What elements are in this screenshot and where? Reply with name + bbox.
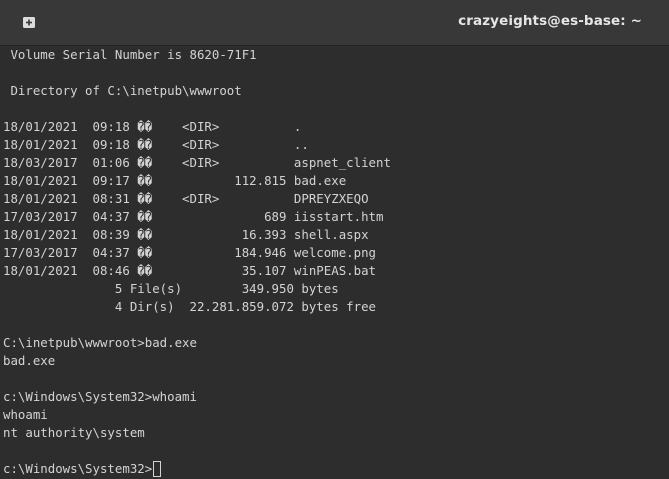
terminal-line: 18/01/2021 09:18 �� <DIR> .: [3, 119, 302, 134]
terminal-line: bad.exe: [3, 353, 56, 368]
terminal-line: 18/01/2021 09:17 �� 112.815 bad.exe: [3, 173, 347, 188]
terminal-output[interactable]: Volume Serial Number is 8620-71F1 Direct…: [0, 46, 669, 479]
terminal-line: c:\Windows\System32>whoami: [3, 389, 197, 404]
terminal-line: Directory of C:\inetpub\wwwroot: [3, 83, 242, 98]
terminal-line: nt authority\system: [3, 425, 145, 440]
terminal-window: crazyeights@es-base: ~ Volume Serial Num…: [0, 0, 669, 479]
terminal-line: Volume Serial Number is 8620-71F1: [3, 47, 257, 62]
terminal-line: 17/03/2017 04:37 �� 184.946 welcome.png: [3, 245, 376, 260]
terminal-line: C:\inetpub\wwwroot>bad.exe: [3, 335, 197, 350]
text-cursor: [153, 461, 162, 477]
terminal-line: whoami: [3, 407, 48, 422]
terminal-prompt-line[interactable]: c:\Windows\System32>: [3, 460, 162, 478]
terminal-line: 18/01/2021 09:18 �� <DIR> ..: [3, 137, 309, 152]
terminal-line: 18/01/2021 08:46 �� 35.107 winPEAS.bat: [3, 263, 376, 278]
new-tab-plus-icon: [23, 17, 35, 28]
terminal-line: 17/03/2017 04:37 �� 689 iisstart.htm: [3, 209, 384, 224]
title-bar: crazyeights@es-base: ~: [0, 0, 669, 46]
terminal-line: 18/01/2021 08:39 �� 16.393 shell.aspx: [3, 227, 369, 242]
window-title: crazyeights@es-base: ~: [458, 13, 642, 29]
terminal-line: 5 File(s) 349.950 bytes: [3, 281, 339, 296]
terminal-line: 18/01/2021 08:31 �� <DIR> DPREYZXEQO: [3, 191, 369, 206]
terminal-line: 4 Dir(s) 22.281.859.072 bytes free: [3, 299, 376, 314]
new-tab-button[interactable]: [20, 14, 40, 32]
terminal-prompt: c:\Windows\System32>: [3, 461, 153, 476]
terminal-line: 18/03/2017 01:06 �� <DIR> aspnet_client: [3, 155, 391, 170]
